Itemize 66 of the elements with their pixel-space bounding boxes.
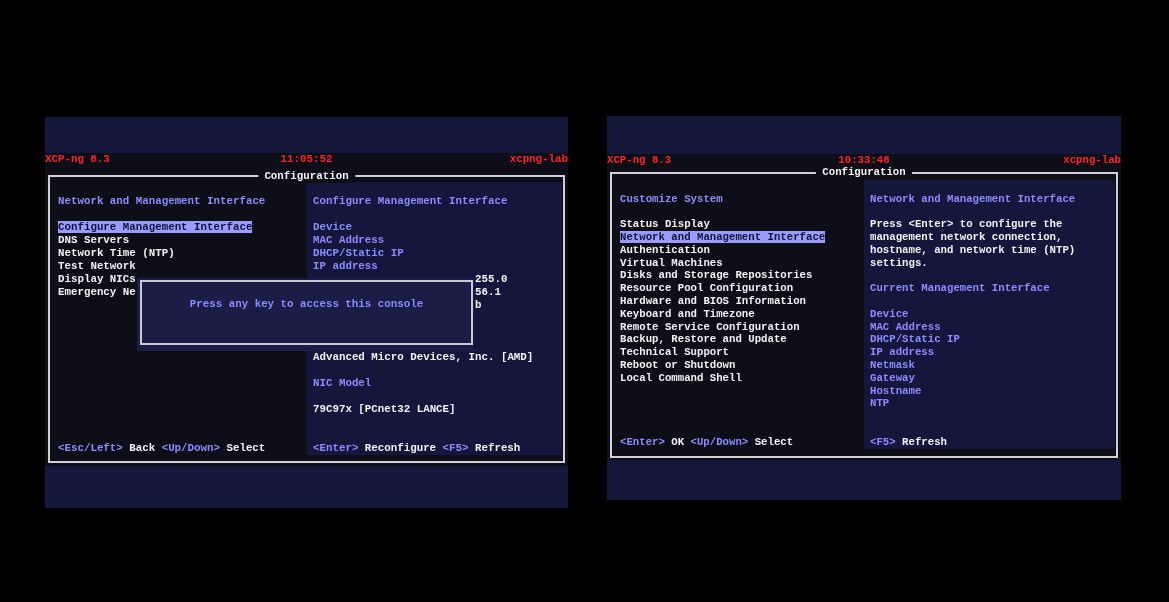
shortcut-key: <F5> bbox=[870, 435, 896, 449]
shortcut-action: Reconfigure bbox=[364, 442, 437, 455]
product-version: XCP-ng 8.3 bbox=[45, 153, 110, 166]
hostname-label: xcpng-lab bbox=[1063, 154, 1121, 167]
clock-time: 11:05:52 bbox=[280, 153, 333, 166]
menu-item[interactable]: Network and Management Interface bbox=[620, 231, 826, 243]
field-label: DHCP/Static IP bbox=[870, 333, 960, 346]
menu-item[interactable]: Authentication bbox=[620, 243, 710, 256]
field-label: Netmask bbox=[870, 358, 915, 371]
window-title: Configuration bbox=[257, 169, 356, 183]
shortcut-action: Select bbox=[226, 442, 266, 455]
shortcut-action: Refresh bbox=[474, 442, 521, 455]
shortcut-action: Select bbox=[754, 435, 794, 449]
window-title: Configuration bbox=[815, 166, 913, 180]
menu-item[interactable]: Reboot or Shutdown bbox=[620, 358, 736, 371]
menu-item[interactable]: DNS Servers bbox=[58, 234, 130, 246]
menu-item[interactable]: Virtual Machines bbox=[620, 256, 723, 269]
menu-item[interactable]: Configure Management Interface bbox=[58, 221, 253, 233]
pane-title: Customize System bbox=[620, 192, 723, 205]
field-value: 255.0 bbox=[474, 273, 508, 286]
shortcut-action: Refresh bbox=[902, 435, 947, 449]
shortcut-key: <Enter> bbox=[313, 442, 359, 455]
shortcut-key: <Up/Down> bbox=[161, 442, 220, 455]
menu-item[interactable]: Local Command Shell bbox=[620, 371, 742, 384]
menu-item[interactable]: Keyboard and Timezone bbox=[620, 307, 755, 320]
menu-item[interactable]: Resource Pool Configuration bbox=[620, 282, 794, 295]
field-label: Device bbox=[870, 307, 909, 320]
menu-item[interactable]: Network Time (NTP) bbox=[58, 247, 175, 259]
description-text: Press <Enter> to configure the management network connection, hostname, and network time (NTP) settings. bbox=[870, 218, 1077, 270]
field-value: 56.1 bbox=[474, 286, 501, 299]
dialog-message: Press any key to access this console bbox=[189, 298, 424, 312]
field-label: Gateway bbox=[870, 371, 915, 384]
menu-item[interactable]: Hardware and BIOS Information bbox=[620, 294, 806, 307]
shortcut-key: <F5> bbox=[442, 442, 469, 455]
field-label: MAC Address bbox=[870, 320, 941, 333]
field-label: MAC Address bbox=[313, 234, 385, 246]
menu-item[interactable]: Disks and Storage Repositories bbox=[620, 269, 813, 282]
field-label: DHCP/Static IP bbox=[313, 247, 404, 259]
menu-item[interactable]: Status Display bbox=[620, 218, 710, 231]
field-label: NIC Model bbox=[313, 377, 372, 389]
section-heading: Configure Management Interface bbox=[313, 195, 508, 207]
field-label: Hostname bbox=[870, 384, 922, 397]
shortcut-key: <Up/Down> bbox=[690, 435, 749, 449]
section-heading: Current Management Interface bbox=[870, 282, 1050, 295]
shortcut-action: OK bbox=[671, 435, 685, 449]
menu-item[interactable]: Display NICs bbox=[58, 273, 136, 285]
shortcut-key: <Esc/Left> bbox=[58, 442, 123, 455]
section-heading: Network and Management Interface bbox=[870, 192, 1076, 205]
pane-title: Network and Management Interface bbox=[58, 195, 266, 207]
field-value: Advanced Micro Devices, Inc. [AMD] bbox=[313, 351, 534, 363]
menu-item[interactable]: Backup, Restore and Update bbox=[620, 333, 787, 346]
clock-time: 10:33:48 bbox=[838, 154, 890, 167]
shortcut-action: Back bbox=[129, 442, 156, 455]
menu-item[interactable]: Emergency Ne bbox=[58, 286, 136, 298]
menu-item[interactable]: Remote Service Configuration bbox=[620, 320, 800, 333]
field-value: b bbox=[474, 299, 482, 312]
field-value: 79C97x [PCnet32 LANCE] bbox=[313, 403, 456, 415]
field-label: Device bbox=[313, 221, 352, 233]
menu-item[interactable]: Test Network bbox=[58, 260, 136, 272]
menu-item[interactable]: Technical Support bbox=[620, 346, 730, 359]
hostname-label: xcpng-lab bbox=[509, 153, 568, 166]
shortcut-key: <Enter> bbox=[620, 435, 665, 449]
field-label: IP address bbox=[313, 260, 378, 272]
product-version: XCP-ng 8.3 bbox=[607, 154, 672, 167]
field-label: IP address bbox=[870, 346, 935, 359]
field-label: NTP bbox=[870, 397, 890, 410]
